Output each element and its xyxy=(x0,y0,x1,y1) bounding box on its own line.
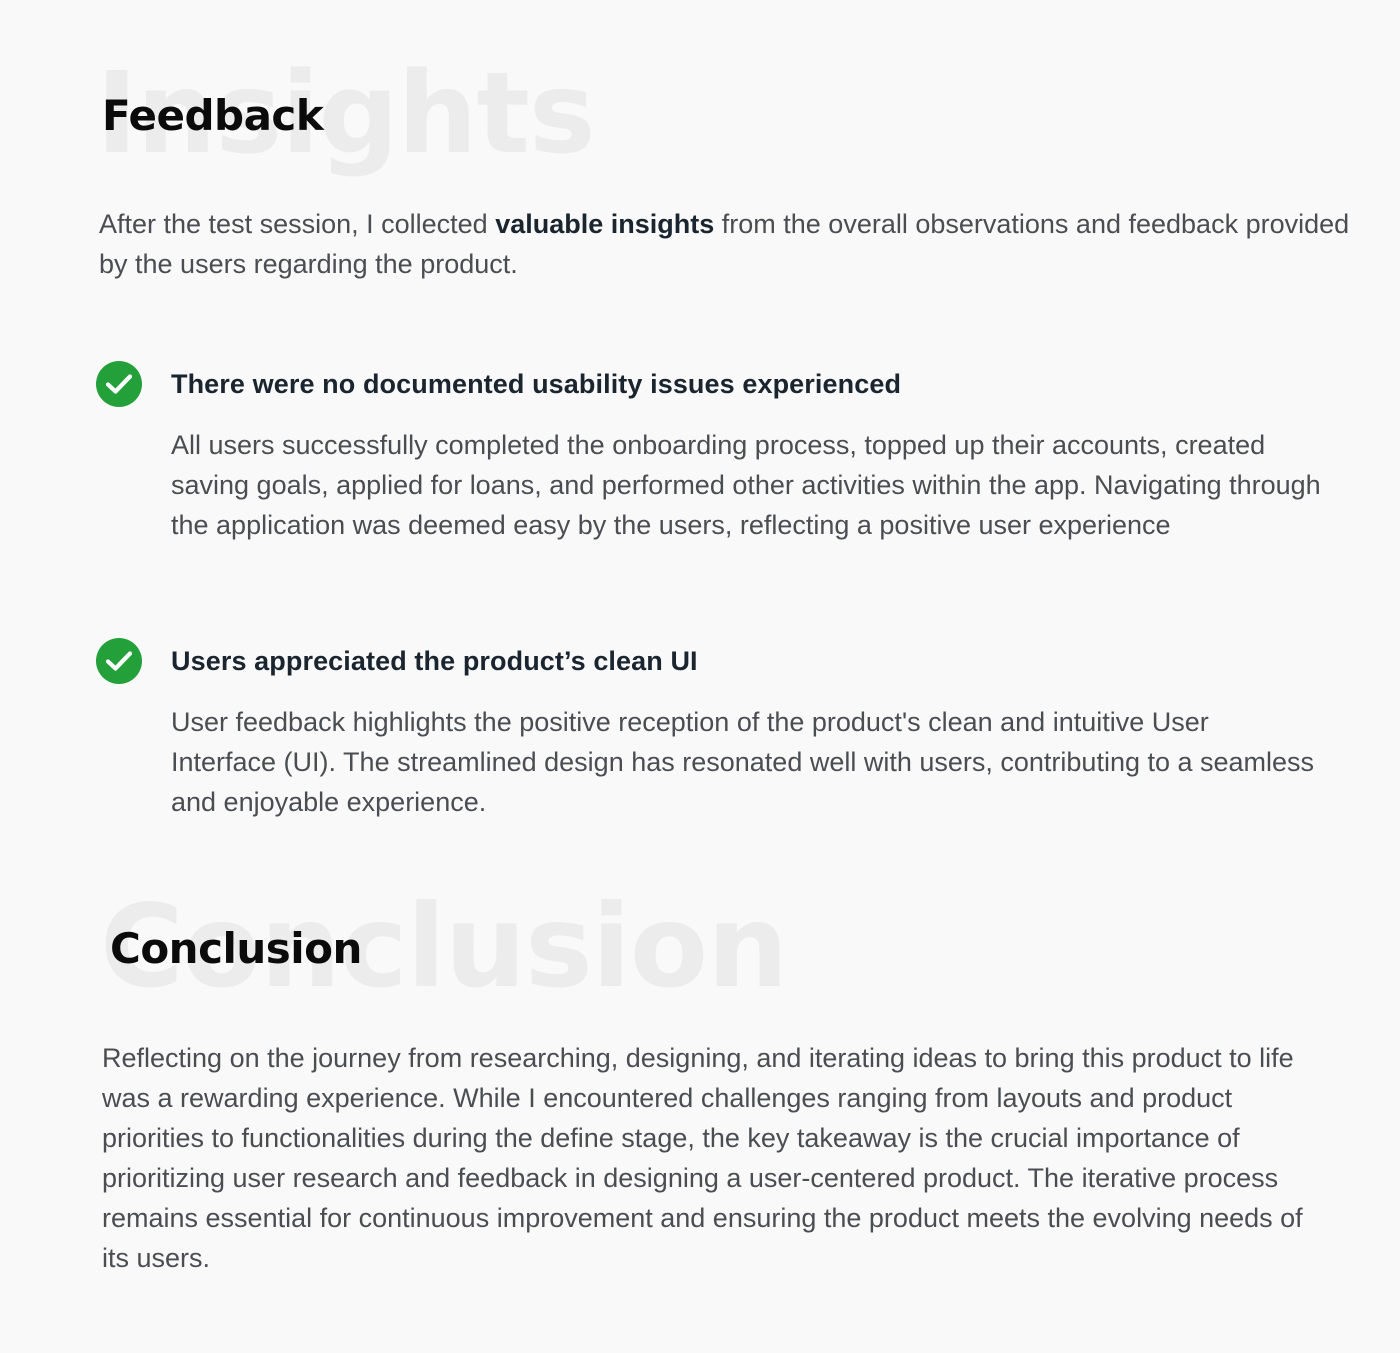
feedback-item-2-title: Users appreciated the product’s clean UI xyxy=(171,645,698,676)
feedback-item-1-header: There were no documented usability issue… xyxy=(96,361,901,407)
intro-highlight: valuable insights xyxy=(495,209,715,239)
intro-text-start: After the test session, I collected xyxy=(99,209,496,239)
feedback-item-1-body: All users successfully completed the onb… xyxy=(171,430,1321,540)
feedback-item-2-body: User feedback highlights the positive re… xyxy=(171,707,1315,817)
feedback-intro: After the test session, I collected valu… xyxy=(99,204,1384,284)
conclusion-body: Reflecting on the journey from researchi… xyxy=(102,1043,1303,1273)
check-circle-icon xyxy=(96,361,142,407)
feedback-item-1-title: There were no documented usability issue… xyxy=(171,368,902,399)
feedback-item-2-header: Users appreciated the product’s clean UI xyxy=(96,638,698,684)
feedback-title: Feedback xyxy=(102,91,324,140)
conclusion-title: Conclusion xyxy=(110,924,362,973)
check-circle-icon xyxy=(96,638,142,684)
